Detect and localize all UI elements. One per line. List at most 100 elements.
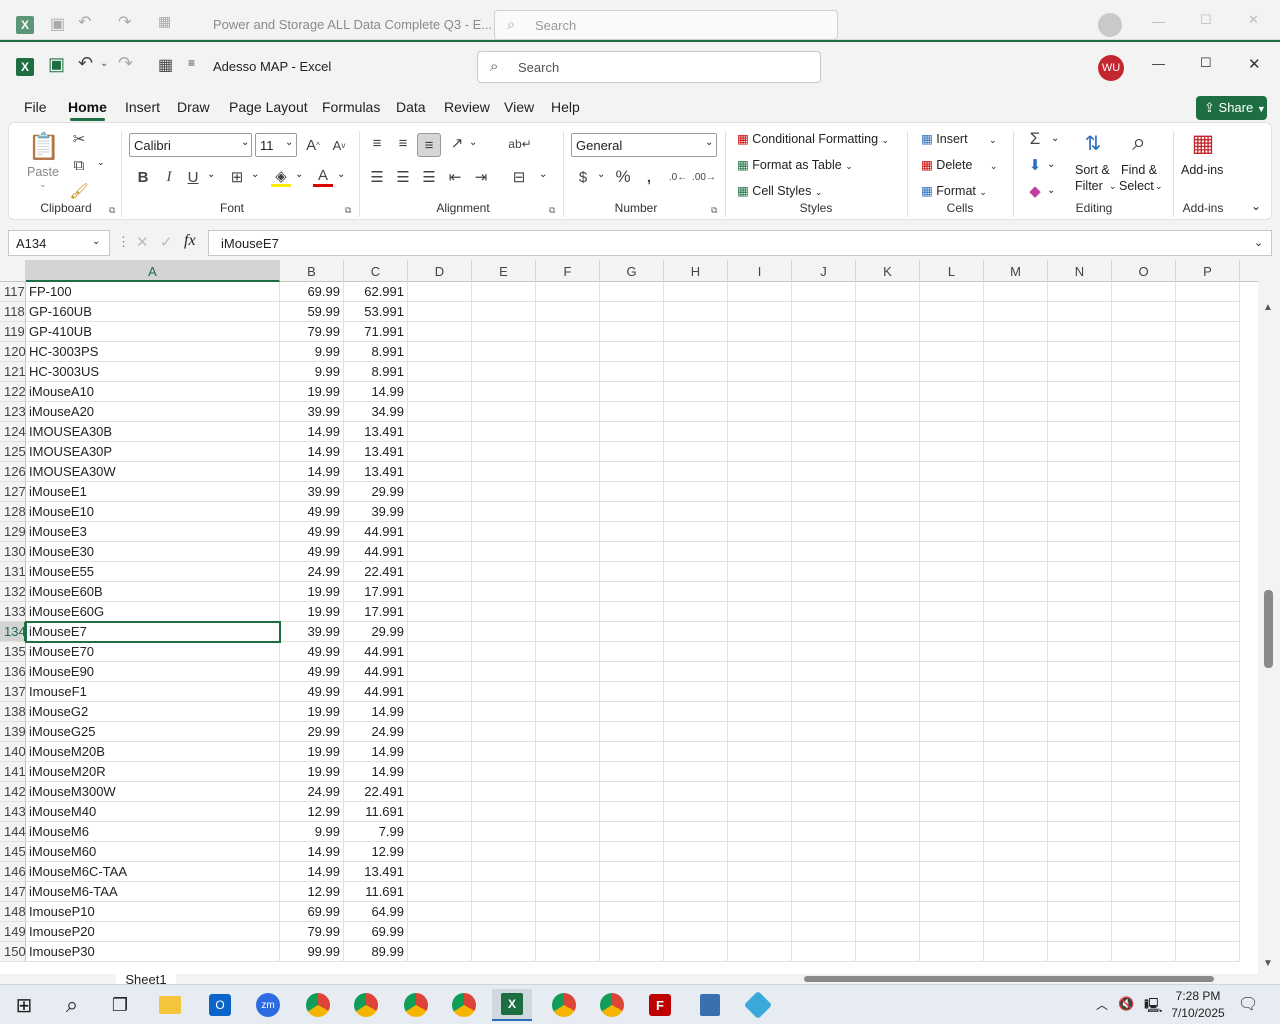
cell-a127[interactable]: iMouseE1 xyxy=(26,482,280,502)
clear-dropdown-icon[interactable]: ⌄ xyxy=(1047,185,1055,196)
cell-e149[interactable] xyxy=(472,922,536,942)
cell-k150[interactable] xyxy=(856,942,920,962)
cell-m129[interactable] xyxy=(984,522,1048,542)
cell-b145[interactable]: 14.99 xyxy=(280,842,344,862)
cell-e144[interactable] xyxy=(472,822,536,842)
cell-p128[interactable] xyxy=(1176,502,1240,522)
cell-g139[interactable] xyxy=(600,722,664,742)
cell-g127[interactable] xyxy=(600,482,664,502)
cell-g135[interactable] xyxy=(600,642,664,662)
cell-e145[interactable] xyxy=(472,842,536,862)
cell-b125[interactable]: 14.99 xyxy=(280,442,344,462)
name-box-dropdown-icon[interactable]: ⌄ xyxy=(92,236,100,247)
cell-d131[interactable] xyxy=(408,562,472,582)
app-icon[interactable] xyxy=(738,989,778,1021)
column-header-h[interactable]: H xyxy=(664,260,728,282)
cell-h144[interactable] xyxy=(664,822,728,842)
cell-c119[interactable]: 71.991 xyxy=(344,322,408,342)
cell-m137[interactable] xyxy=(984,682,1048,702)
cell-c145[interactable]: 12.99 xyxy=(344,842,408,862)
row-header[interactable]: 122 xyxy=(0,382,26,402)
delete-cells-button[interactable]: ▦ Delete ⌄ xyxy=(921,157,997,172)
cell-m149[interactable] xyxy=(984,922,1048,942)
cell-l142[interactable] xyxy=(920,782,984,802)
cell-h150[interactable] xyxy=(664,942,728,962)
cell-n129[interactable] xyxy=(1048,522,1112,542)
cell-k120[interactable] xyxy=(856,342,920,362)
cell-c142[interactable]: 22.491 xyxy=(344,782,408,802)
cell-j147[interactable] xyxy=(792,882,856,902)
search-icon[interactable]: ⌕ xyxy=(52,989,92,1021)
vertical-scroll-thumb[interactable] xyxy=(1264,590,1273,668)
cell-i132[interactable] xyxy=(728,582,792,602)
cell-c122[interactable]: 14.99 xyxy=(344,382,408,402)
cell-p129[interactable] xyxy=(1176,522,1240,542)
row-header[interactable]: 137 xyxy=(0,682,26,702)
cell-o125[interactable] xyxy=(1112,442,1176,462)
cell-j125[interactable] xyxy=(792,442,856,462)
cell-c128[interactable]: 39.99 xyxy=(344,502,408,522)
cell-c125[interactable]: 13.491 xyxy=(344,442,408,462)
cell-c120[interactable]: 8.991 xyxy=(344,342,408,362)
cell-e128[interactable] xyxy=(472,502,536,522)
cell-f120[interactable] xyxy=(536,342,600,362)
cell-j131[interactable] xyxy=(792,562,856,582)
cell-f134[interactable] xyxy=(536,622,600,642)
chrome-icon[interactable] xyxy=(592,989,632,1021)
cell-o122[interactable] xyxy=(1112,382,1176,402)
cell-n149[interactable] xyxy=(1048,922,1112,942)
cell-f133[interactable] xyxy=(536,602,600,622)
cell-l131[interactable] xyxy=(920,562,984,582)
cell-g143[interactable] xyxy=(600,802,664,822)
show-hidden-icons-icon[interactable]: ︿ xyxy=(1096,996,1108,1013)
chrome-icon[interactable] xyxy=(346,989,386,1021)
insert-cells-button[interactable]: ▦ Insert ⌄ xyxy=(921,131,997,146)
cell-h122[interactable] xyxy=(664,382,728,402)
filezilla-icon[interactable]: F xyxy=(640,989,680,1021)
column-header-n[interactable]: N xyxy=(1048,260,1112,282)
cell-k147[interactable] xyxy=(856,882,920,902)
cell-h142[interactable] xyxy=(664,782,728,802)
font-launcher-icon[interactable]: ⧉ xyxy=(345,205,351,216)
cell-o138[interactable] xyxy=(1112,702,1176,722)
volume-muted-icon[interactable]: 🔇 xyxy=(1118,996,1134,1012)
cell-l150[interactable] xyxy=(920,942,984,962)
cell-m117[interactable] xyxy=(984,282,1048,302)
cell-f148[interactable] xyxy=(536,902,600,922)
cell-m142[interactable] xyxy=(984,782,1048,802)
cell-k138[interactable] xyxy=(856,702,920,722)
cell-g150[interactable] xyxy=(600,942,664,962)
cell-i122[interactable] xyxy=(728,382,792,402)
cell-e141[interactable] xyxy=(472,762,536,782)
cell-f132[interactable] xyxy=(536,582,600,602)
cell-a130[interactable]: iMouseE30 xyxy=(26,542,280,562)
cell-k117[interactable] xyxy=(856,282,920,302)
cell-k144[interactable] xyxy=(856,822,920,842)
cell-d119[interactable] xyxy=(408,322,472,342)
increase-indent-icon[interactable]: ⇥ xyxy=(471,167,491,187)
decrease-indent-icon[interactable]: ⇤ xyxy=(445,167,465,187)
row-header[interactable]: 135 xyxy=(0,642,26,662)
cell-p145[interactable] xyxy=(1176,842,1240,862)
wrap-text-icon[interactable]: ab↵ xyxy=(508,133,531,155)
cell-n136[interactable] xyxy=(1048,662,1112,682)
taskbar-date[interactable]: 7/10/2025 xyxy=(1166,1006,1230,1020)
cell-b149[interactable]: 79.99 xyxy=(280,922,344,942)
cell-j119[interactable] xyxy=(792,322,856,342)
cell-d136[interactable] xyxy=(408,662,472,682)
tab-page-layout[interactable]: Page Layout xyxy=(229,99,308,115)
cell-n125[interactable] xyxy=(1048,442,1112,462)
cell-e130[interactable] xyxy=(472,542,536,562)
cell-m141[interactable] xyxy=(984,762,1048,782)
cell-g129[interactable] xyxy=(600,522,664,542)
cell-l122[interactable] xyxy=(920,382,984,402)
cell-o128[interactable] xyxy=(1112,502,1176,522)
row-header[interactable]: 147 xyxy=(0,882,26,902)
cell-i121[interactable] xyxy=(728,362,792,382)
cell-b140[interactable]: 19.99 xyxy=(280,742,344,762)
cell-d122[interactable] xyxy=(408,382,472,402)
cell-l136[interactable] xyxy=(920,662,984,682)
cell-p148[interactable] xyxy=(1176,902,1240,922)
cell-n119[interactable] xyxy=(1048,322,1112,342)
cell-g130[interactable] xyxy=(600,542,664,562)
